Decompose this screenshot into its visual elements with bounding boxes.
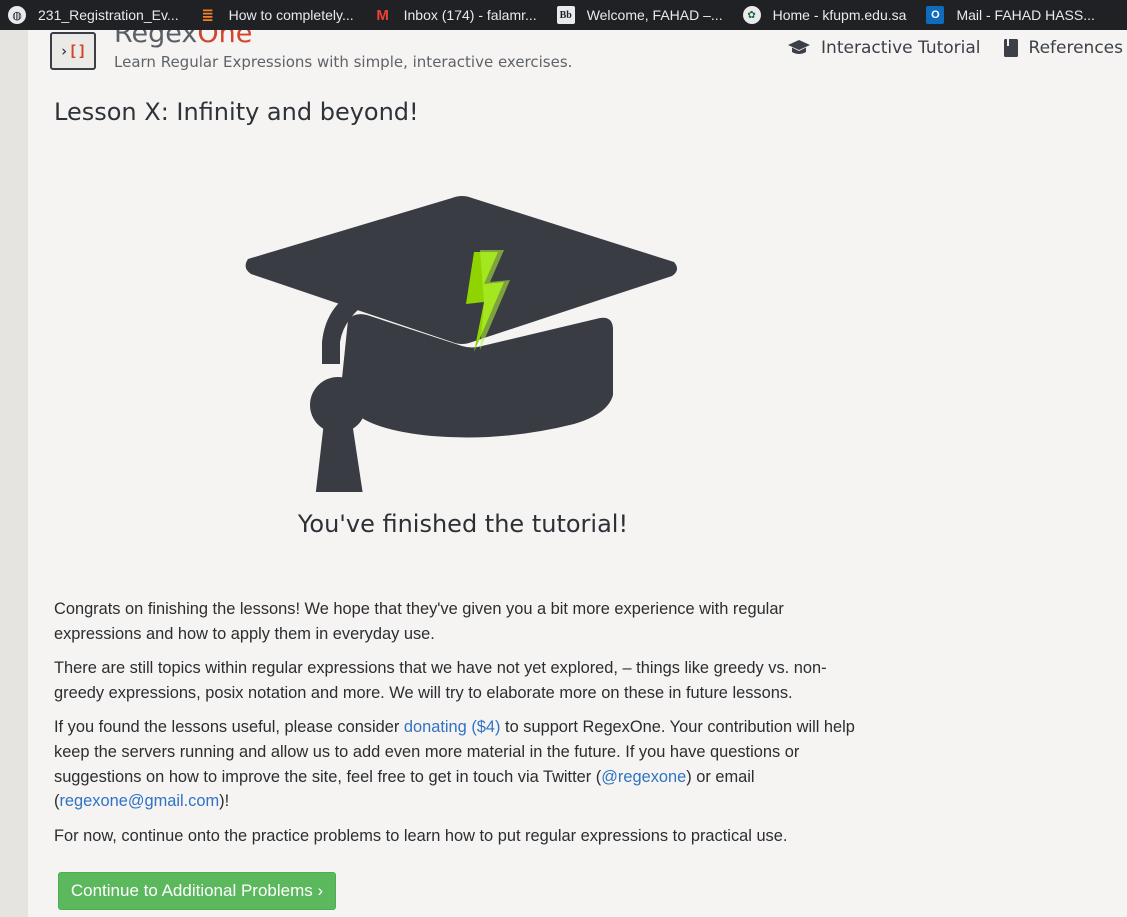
- brand-name[interactable]: RegexOne: [114, 30, 252, 49]
- left-gutter: [0, 30, 28, 917]
- paragraph-topics: There are still topics within regular ex…: [54, 659, 827, 702]
- top-nav: Interactive Tutorial References: [765, 38, 1123, 58]
- nav-interactive-tutorial[interactable]: Interactive Tutorial: [787, 38, 981, 58]
- bookmark-blackboard[interactable]: Bb Welcome, FAHAD –...: [556, 6, 723, 24]
- stackoverflow-icon: ≣: [201, 7, 214, 24]
- bookmark-label: Home - kfupm.edu.sa: [772, 7, 907, 23]
- blackboard-icon: Bb: [556, 6, 575, 24]
- graduation-cap-illustration: [245, 196, 678, 492]
- bookmark-label: 231_Registration_Ev...: [38, 7, 179, 23]
- donate-link[interactable]: donating ($4): [404, 718, 501, 736]
- bookmarks-bar: ◍ 231_Registration_Ev... ≣ How to comple…: [0, 0, 1127, 30]
- bookmark-stackoverflow[interactable]: ≣ How to completely...: [199, 6, 354, 24]
- nav-references-label: References: [1028, 38, 1123, 58]
- site-logo[interactable]: ›[]: [50, 32, 96, 70]
- outlook-icon: O: [926, 6, 945, 24]
- bookmark-registration[interactable]: ◍ 231_Registration_Ev...: [8, 6, 179, 24]
- bookmark-label: How to completely...: [228, 7, 354, 23]
- paragraph-support: If you found the lessons useful, please …: [54, 718, 855, 811]
- lesson-title: Lesson X: Infinity and beyond!: [54, 98, 419, 126]
- paragraph-congrats: Congrats on finishing the lessons! We ho…: [54, 600, 784, 643]
- tutorial-finished-heading: You've finished the tutorial!: [297, 510, 629, 538]
- twitter-link[interactable]: @regexone: [601, 768, 686, 786]
- kfupm-icon: ✿: [742, 6, 761, 24]
- bookmark-gmail[interactable]: M Inbox (174) - falamr...: [374, 6, 537, 24]
- globe-icon: ◍: [8, 6, 26, 24]
- bookmark-outlook[interactable]: O Mail - FAHAD HASS...: [926, 6, 1095, 24]
- bookmark-label: Mail - FAHAD HASS...: [956, 7, 1095, 23]
- graduation-cap-icon: [788, 40, 811, 54]
- book-icon: [1003, 39, 1018, 57]
- lesson-content: Congrats on finishing the lessons! We ho…: [54, 597, 869, 858]
- page-content: ›[] RegexOne Learn Regular Expressions w…: [28, 30, 1127, 917]
- email-link[interactable]: regexone@gmail.com: [59, 792, 219, 810]
- bookmark-label: Welcome, FAHAD –...: [586, 7, 723, 23]
- paragraph-practice: For now, continue onto the practice prob…: [54, 826, 788, 845]
- nav-references[interactable]: References: [1003, 38, 1123, 58]
- site-tagline: Learn Regular Expressions with simple, i…: [114, 53, 573, 71]
- bookmark-label: Inbox (174) - falamr...: [403, 7, 537, 23]
- gmail-icon: M: [376, 6, 389, 24]
- continue-button[interactable]: Continue to Additional Problems ›: [58, 872, 336, 910]
- nav-tutorial-label: Interactive Tutorial: [821, 38, 981, 58]
- bookmark-kfupm[interactable]: ✿ Home - kfupm.edu.sa: [742, 6, 907, 24]
